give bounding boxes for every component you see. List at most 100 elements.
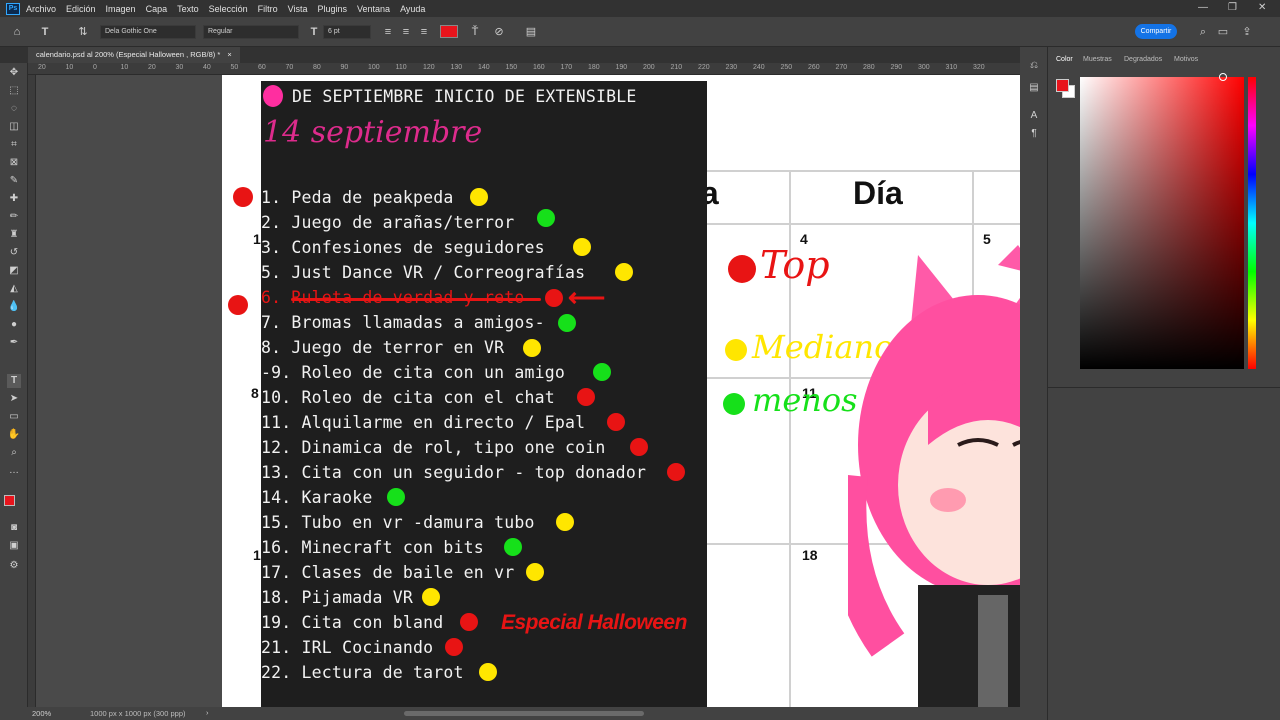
menu-archivo[interactable]: Archivo bbox=[26, 4, 56, 14]
home-icon[interactable]: ⌂ bbox=[10, 25, 24, 39]
quick-mask-icon[interactable]: ◙ bbox=[7, 521, 21, 535]
priority-dot-yellow bbox=[526, 563, 544, 581]
close-window-icon[interactable]: ✕ bbox=[1258, 2, 1266, 13]
share-icon[interactable]: ⇪ bbox=[1240, 25, 1254, 39]
path-select-icon[interactable]: ➤ bbox=[7, 392, 21, 406]
comments-icon[interactable]: ▤ bbox=[1027, 81, 1041, 95]
menu-ayuda[interactable]: Ayuda bbox=[400, 4, 425, 14]
menu-capa[interactable]: Capa bbox=[146, 4, 168, 14]
ruler-tick-label: 220 bbox=[698, 64, 710, 71]
maximize-icon[interactable]: ❐ bbox=[1228, 2, 1237, 13]
close-tab-icon[interactable]: × bbox=[227, 50, 231, 59]
foreground-color-swatch[interactable] bbox=[4, 495, 15, 506]
color-picker-field[interactable] bbox=[1080, 77, 1244, 369]
healing-brush-icon[interactable]: ✚ bbox=[7, 192, 21, 206]
menu-edicion[interactable]: Edición bbox=[66, 4, 96, 14]
menu-plugins[interactable]: Plugins bbox=[318, 4, 348, 14]
history-brush-icon[interactable]: ↺ bbox=[7, 246, 21, 260]
font-size-select[interactable]: 6 pt bbox=[323, 25, 371, 39]
eraser-tool-icon[interactable]: ◩ bbox=[7, 264, 21, 278]
zoom-level[interactable]: 200% bbox=[32, 709, 51, 718]
stamp-tool-icon[interactable]: ♜ bbox=[7, 228, 21, 242]
horizontal-scrollbar[interactable] bbox=[404, 711, 644, 716]
align-center-icon[interactable]: ≡ bbox=[399, 25, 413, 39]
priority-dot-yellow bbox=[573, 238, 591, 256]
priority-dot-red bbox=[667, 463, 685, 481]
eyedropper-icon[interactable]: ✎ bbox=[7, 174, 21, 188]
pen-tool-icon[interactable]: ✒ bbox=[7, 336, 21, 350]
warp-text-icon[interactable]: Ť bbox=[468, 25, 482, 39]
tools-panel: ✥ ⬚ ◌ ◫ ⌗ ⊠ ✎ ✚ ✏ ♜ ↺ ◩ ◭ 💧 ● ✒ T ➤ ▭ ✋ … bbox=[0, 63, 28, 720]
generative-icon[interactable]: ⚙ bbox=[7, 559, 21, 573]
legend-menos-label: menos bbox=[752, 381, 858, 419]
panel-foreground-swatch[interactable] bbox=[1056, 79, 1069, 92]
text-color-swatch[interactable] bbox=[440, 25, 458, 38]
cancel-edit-icon[interactable]: ⊘ bbox=[492, 25, 506, 39]
ruler-tick-label: 210 bbox=[670, 64, 683, 71]
legend-menos-dot bbox=[723, 393, 745, 415]
chevron-right-icon[interactable]: › bbox=[206, 708, 209, 717]
photoshop-logo-icon[interactable]: Ps bbox=[6, 2, 20, 15]
font-family-select[interactable]: Dela Gothic One bbox=[100, 25, 196, 39]
color-picker-cursor[interactable] bbox=[1219, 73, 1227, 81]
menu-vista[interactable]: Vista bbox=[288, 4, 308, 14]
search-icon[interactable]: ⌕ bbox=[1196, 25, 1210, 39]
text-orientation-icon[interactable]: ⇅ bbox=[76, 25, 90, 39]
tab-muestras[interactable]: Muestras bbox=[1083, 56, 1112, 63]
marquee-tool-icon[interactable]: ⬚ bbox=[7, 84, 21, 98]
move-tool-icon[interactable]: ✥ bbox=[7, 66, 21, 80]
menu-seleccion[interactable]: Selección bbox=[209, 4, 248, 14]
panels-icon[interactable]: ▤ bbox=[524, 25, 538, 39]
paint-bucket-icon[interactable]: ◭ bbox=[7, 282, 21, 296]
type-tool-icon[interactable]: T bbox=[7, 374, 21, 388]
more-tools-icon[interactable]: … bbox=[7, 464, 21, 478]
ruler-tick-label: 60 bbox=[258, 64, 266, 71]
lasso-tool-icon[interactable]: ◌ bbox=[7, 102, 21, 116]
vertical-ruler bbox=[28, 75, 36, 707]
align-right-icon[interactable]: ≡ bbox=[417, 25, 431, 39]
list-item: 10. Roleo de cita con el chat bbox=[261, 388, 555, 407]
frame-tool-icon[interactable]: ⊠ bbox=[7, 156, 21, 170]
minimize-icon[interactable]: — bbox=[1198, 2, 1208, 13]
list-item: 1. Peda de peakpeda bbox=[261, 188, 454, 207]
object-select-icon[interactable]: ◫ bbox=[7, 120, 21, 134]
calendar-side-number: 1 bbox=[253, 231, 261, 247]
tab-color[interactable]: Color bbox=[1056, 56, 1073, 63]
menu-filtro[interactable]: Filtro bbox=[258, 4, 278, 14]
ruler-tick-label: 250 bbox=[780, 64, 793, 71]
menu-imagen[interactable]: Imagen bbox=[106, 4, 136, 14]
share-button[interactable]: Compartir bbox=[1135, 24, 1177, 39]
workspace-icon[interactable]: ▭ bbox=[1216, 25, 1230, 39]
canvas-area[interactable]: ía Día 4 5 11 18 1 8 1 Top Medianos meno… bbox=[36, 75, 1020, 707]
priority-dot-green bbox=[387, 488, 405, 506]
menu-ventana[interactable]: Ventana bbox=[357, 4, 390, 14]
list-item: 8. Juego de terror en VR bbox=[261, 338, 505, 357]
crop-tool-icon[interactable]: ⌗ bbox=[7, 138, 21, 152]
document-info[interactable]: 1000 px x 1000 px (300 ppp) bbox=[90, 709, 186, 718]
document-tab[interactable]: calendario.psd al 200% (Especial Hallowe… bbox=[28, 47, 240, 63]
calendar-side-number: 8 bbox=[251, 385, 259, 401]
menu-texto[interactable]: Texto bbox=[177, 4, 199, 14]
brush-tool-icon[interactable]: ✏ bbox=[7, 210, 21, 224]
dodge-tool-icon[interactable]: ● bbox=[7, 318, 21, 332]
font-style-select[interactable]: Regular bbox=[203, 25, 299, 39]
tab-degradados[interactable]: Degradados bbox=[1124, 56, 1162, 63]
paragraph-icon[interactable]: ¶ bbox=[1027, 127, 1041, 141]
priority-dot-red bbox=[630, 438, 648, 456]
screen-mode-icon[interactable]: ▣ bbox=[7, 539, 21, 553]
priority-dot-red bbox=[545, 289, 563, 307]
character-icon[interactable]: A bbox=[1027, 109, 1041, 123]
ruler-tick-label: 20 bbox=[148, 64, 156, 71]
zoom-tool-icon[interactable]: ⌕ bbox=[7, 446, 21, 460]
blur-tool-icon[interactable]: 💧 bbox=[7, 300, 21, 314]
list-item: 13. Cita con un seguidor - top donador bbox=[261, 463, 647, 482]
legend-medianos-dot bbox=[725, 339, 747, 361]
legend-top-dot bbox=[728, 255, 756, 283]
hue-slider[interactable] bbox=[1248, 77, 1256, 369]
shape-tool-icon[interactable]: ▭ bbox=[7, 410, 21, 424]
hand-tool-icon[interactable]: ✋ bbox=[7, 428, 21, 442]
align-left-icon[interactable]: ≡ bbox=[381, 25, 395, 39]
tab-motivos[interactable]: Motivos bbox=[1174, 56, 1198, 63]
text-tool-preset-icon[interactable]: T bbox=[38, 25, 52, 39]
history-icon[interactable]: ⎌ bbox=[1027, 59, 1041, 73]
